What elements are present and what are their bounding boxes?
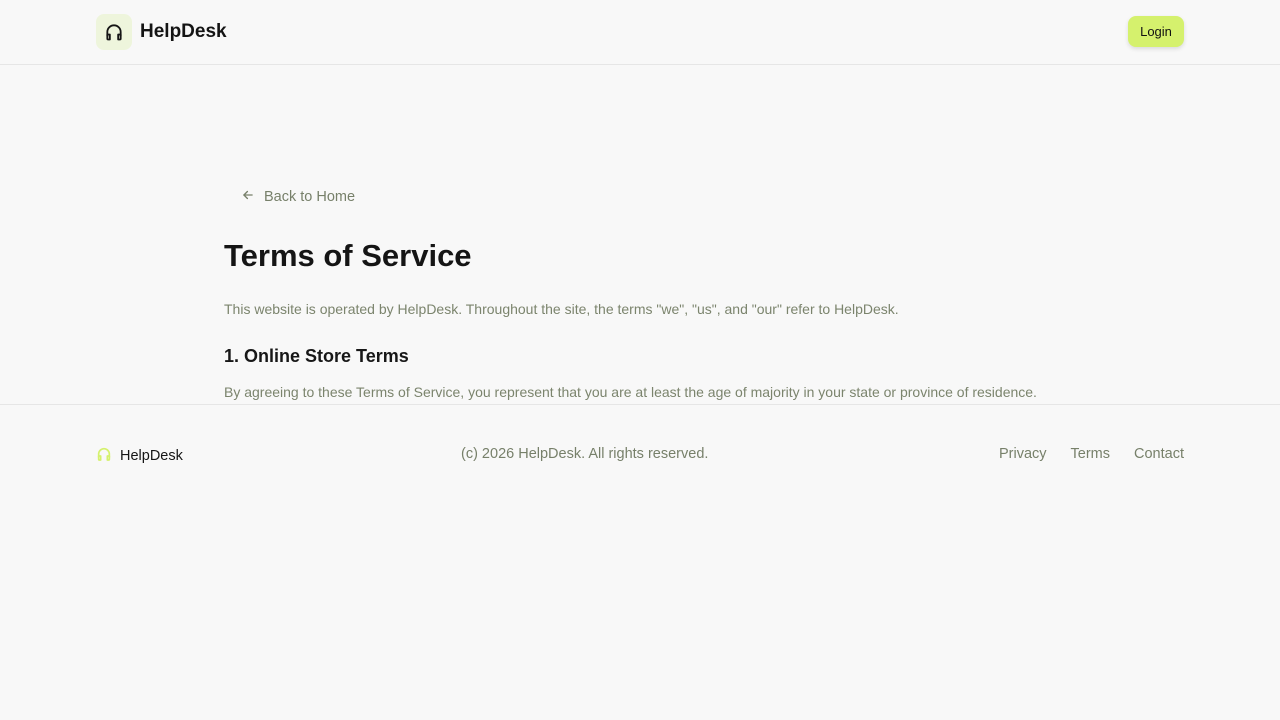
footer-brand-name: HelpDesk <box>120 448 183 464</box>
headphones-icon <box>96 446 112 466</box>
main-content: Back to Home Terms of Service This websi… <box>0 65 1280 405</box>
back-to-home-label: Back to Home <box>264 189 356 205</box>
login-button[interactable]: Login <box>1128 16 1184 47</box>
footer-link-privacy[interactable]: Privacy <box>999 446 1047 462</box>
brand-name: HelpDesk <box>140 21 227 42</box>
footer-link-contact[interactable]: Contact <box>1134 446 1184 462</box>
site-footer: HelpDesk (c) 2026 HelpDesk. All rights r… <box>0 405 1280 505</box>
copyright-text: (c) 2026 HelpDesk. All rights reserved. <box>461 446 709 462</box>
footer-link-terms[interactable]: Terms <box>1071 446 1110 462</box>
section-heading: 1. Online Store Terms <box>224 346 409 366</box>
headphones-icon <box>96 14 132 50</box>
intro-paragraph: This website is operated by HelpDesk. Th… <box>224 301 899 317</box>
brand[interactable]: HelpDesk <box>96 14 227 50</box>
back-to-home-link[interactable]: Back to Home <box>241 188 355 206</box>
page-title: Terms of Service <box>224 238 472 273</box>
section-paragraph: By agreeing to these Terms of Service, y… <box>224 384 1037 400</box>
arrow-left-icon <box>241 188 255 206</box>
footer-brand[interactable]: HelpDesk <box>96 446 183 466</box>
footer-links: Privacy Terms Contact <box>999 446 1184 462</box>
top-header: HelpDesk Login <box>0 0 1280 65</box>
